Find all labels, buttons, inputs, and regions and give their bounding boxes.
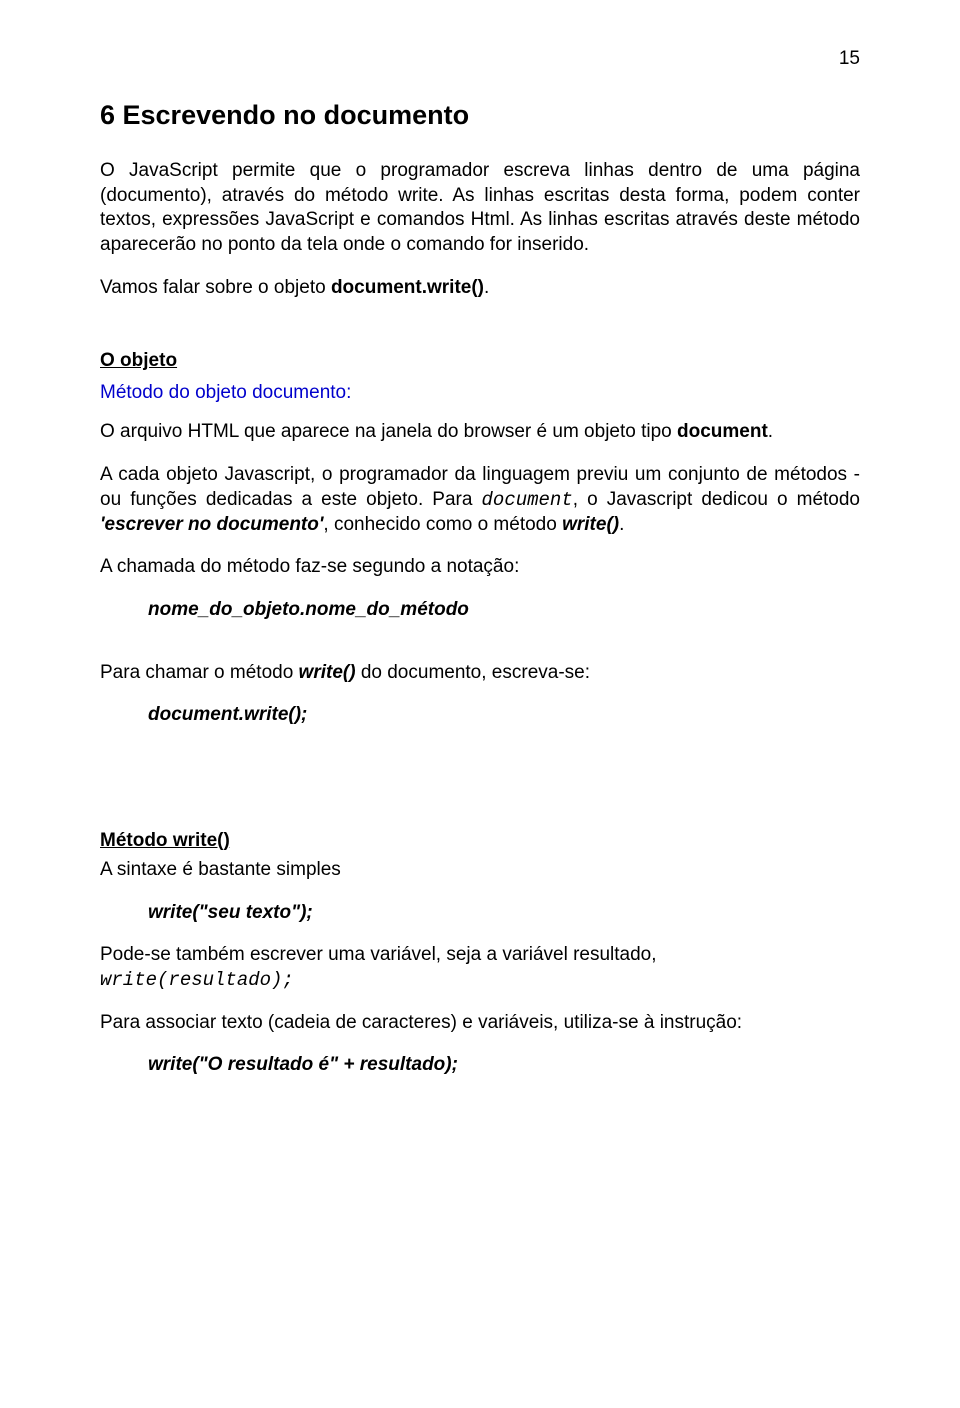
paragraph-associar: Para associar texto (cadeia de caractere… — [100, 1011, 860, 1036]
page-number: 15 — [100, 48, 860, 70]
indent-write-texto: write("seu texto"); — [148, 901, 860, 926]
paragraph-chamar-write: Para chamar o método write() do document… — [100, 661, 860, 686]
mono-write-resultado: write(resultado); — [100, 968, 860, 993]
subhead-o-objeto: O objeto — [100, 350, 860, 372]
heading-1: 6 Escrevendo no documento — [100, 100, 860, 131]
bold-document: document — [677, 421, 768, 442]
mono-document: document — [482, 489, 573, 511]
text: , conhecido como o método — [323, 514, 562, 535]
blue-metodo: Método do objeto documento: — [100, 382, 860, 404]
bold-italic-escrever: 'escrever no documento' — [100, 514, 323, 535]
bold-document-write: document.write() — [331, 277, 484, 298]
subhead-metodo-write: Método write() — [100, 830, 860, 852]
text: O arquivo HTML que aparece na janela do … — [100, 421, 677, 442]
text: , o Javascript dedicou o método — [573, 489, 860, 510]
text: . — [619, 514, 624, 535]
paragraph-intro: O JavaScript permite que o programador e… — [100, 159, 860, 258]
bold-italic-write: write() — [562, 514, 619, 535]
paragraph-document-write: Vamos falar sobre o objeto document.writ… — [100, 276, 860, 301]
paragraph-sintaxe: A sintaxe é bastante simples — [100, 858, 860, 883]
text: Vamos falar sobre o objeto — [100, 277, 331, 298]
indent-document-write: document.write(); — [148, 703, 860, 728]
text: do documento, escreva-se: — [356, 662, 590, 683]
paragraph-html-document: O arquivo HTML que aparece na janela do … — [100, 420, 860, 445]
paragraph-chamada: A chamada do método faz-se segundo a not… — [100, 555, 860, 580]
bold-italic-write2: write() — [299, 662, 356, 683]
text: Para chamar o método — [100, 662, 299, 683]
text: . — [768, 421, 773, 442]
paragraph-variavel: Pode-se também escrever uma variável, se… — [100, 943, 860, 968]
document-page: 15 6 Escrevendo no documento O JavaScrip… — [0, 0, 960, 1156]
paragraph-metodos: A cada objeto Javascript, o programador … — [100, 463, 860, 537]
indent-nome-objeto: nome_do_objeto.nome_do_método — [148, 598, 860, 623]
indent-write-resultado: write("O resultado é" + resultado); — [148, 1053, 860, 1078]
text: . — [484, 277, 489, 298]
